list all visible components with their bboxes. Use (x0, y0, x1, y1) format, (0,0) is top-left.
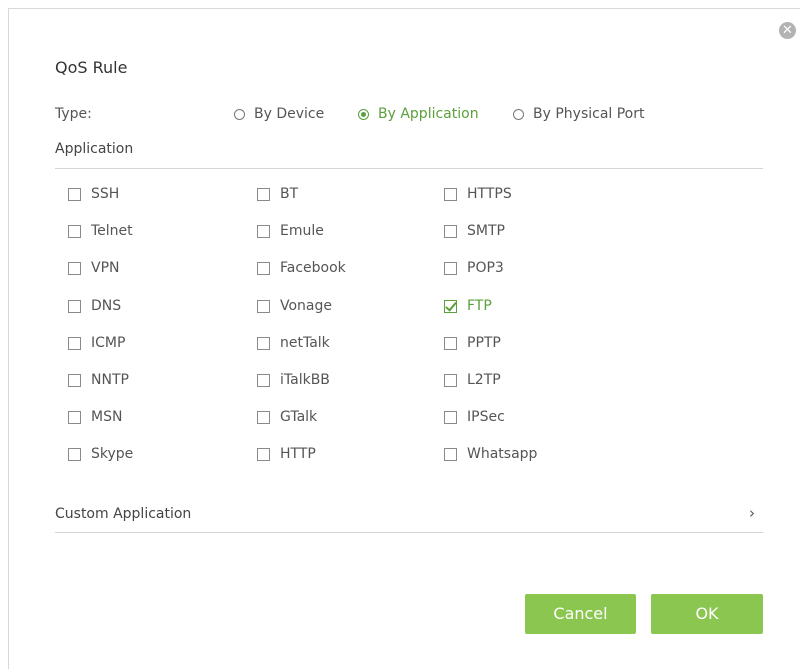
checkbox-label: DNS (91, 298, 122, 314)
checkbox-label: Vonage (280, 298, 333, 314)
checkbox-label: Skype (91, 446, 134, 462)
custom-application-row[interactable]: Custom Application › (55, 497, 763, 533)
app-checkbox-https[interactable]: HTTPS (444, 186, 512, 202)
checkbox-label: GTalk (280, 409, 318, 425)
app-checkbox-ssh[interactable]: SSH (68, 186, 119, 202)
checkbox-icon (257, 373, 270, 387)
radio-label: By Application (378, 106, 479, 122)
divider (55, 532, 763, 533)
app-checkbox-vonage[interactable]: Vonage (257, 298, 332, 314)
checkbox-icon (444, 410, 457, 424)
checkbox-icon (257, 410, 270, 424)
checkbox-label: L2TP (467, 372, 501, 388)
checkbox-icon (68, 373, 81, 387)
checkbox-icon (68, 261, 81, 275)
app-checkbox-whatsapp[interactable]: Whatsapp (444, 446, 537, 462)
app-checkbox-italkbb[interactable]: iTalkBB (257, 372, 330, 388)
checkbox-label: POP3 (467, 260, 504, 276)
radio-label: By Device (254, 106, 325, 122)
checkbox-label: Whatsapp (467, 446, 538, 462)
checkbox-label: Facebook (280, 260, 346, 276)
checkbox-icon (68, 336, 81, 350)
checkbox-label: MSN (91, 409, 123, 425)
custom-application-label: Custom Application (55, 506, 192, 522)
checkbox-icon (257, 187, 270, 201)
checkbox-label: Telnet (91, 223, 133, 239)
app-checkbox-ipsec[interactable]: IPSec (444, 409, 505, 425)
checkbox-icon (257, 447, 270, 461)
checkbox-icon (444, 336, 457, 350)
checkbox-label: SSH (91, 186, 120, 202)
app-checkbox-pop3[interactable]: POP3 (444, 260, 504, 276)
checkbox-icon (257, 224, 270, 238)
checkbox-icon (444, 447, 457, 461)
checkbox-label: FTP (467, 298, 492, 314)
checkbox-label: NNTP (91, 372, 129, 388)
app-checkbox-ftp[interactable]: FTP (444, 298, 492, 314)
app-checkbox-nntp[interactable]: NNTP (68, 372, 129, 388)
checkbox-icon (444, 187, 457, 201)
checkbox-label: ICMP (91, 335, 126, 351)
checkbox-icon (68, 187, 81, 201)
radio-icon (513, 108, 524, 120)
radio-by-device[interactable]: By Device (234, 106, 324, 122)
app-checkbox-pptp[interactable]: PPTP (444, 335, 501, 351)
radio-label: By Physical Port (533, 106, 645, 122)
checkbox-label: HTTP (280, 446, 316, 462)
checkbox-icon (68, 447, 81, 461)
app-checkbox-dns[interactable]: DNS (68, 298, 121, 314)
cancel-button[interactable]: Cancel (525, 594, 636, 634)
app-checkbox-l2tp[interactable]: L2TP (444, 372, 501, 388)
checkbox-icon (444, 373, 457, 387)
checkbox-label: VPN (91, 260, 120, 276)
application-section-label: Application (55, 141, 134, 157)
checkbox-label: BT (280, 186, 299, 202)
type-label: Type: (55, 106, 92, 122)
checkbox-label: SMTP (467, 223, 505, 239)
checkbox-icon (68, 410, 81, 424)
radio-by-application[interactable]: By Application (358, 106, 479, 122)
app-checkbox-emule[interactable]: Emule (257, 223, 324, 239)
app-checkbox-bt[interactable]: BT (257, 186, 298, 202)
checkbox-icon (68, 224, 81, 238)
app-checkbox-skype[interactable]: Skype (68, 446, 133, 462)
checkbox-label: Emule (280, 223, 324, 239)
radio-by-physical-port[interactable]: By Physical Port (513, 106, 645, 122)
checkbox-label: IPSec (467, 409, 505, 425)
radio-icon (234, 108, 245, 120)
chevron-right-icon: › (749, 504, 755, 522)
app-checkbox-facebook[interactable]: Facebook (257, 260, 346, 276)
app-checkbox-msn[interactable]: MSN (68, 409, 122, 425)
app-checkbox-nettalk[interactable]: netTalk (257, 335, 330, 351)
radio-checked-icon (358, 108, 369, 120)
app-checkbox-smtp[interactable]: SMTP (444, 223, 505, 239)
app-checkbox-icmp[interactable]: ICMP (68, 335, 125, 351)
checkbox-icon (257, 261, 270, 275)
app-checkbox-telnet[interactable]: Telnet (68, 223, 133, 239)
app-checkbox-vpn[interactable]: VPN (68, 260, 120, 276)
checkbox-icon (257, 299, 270, 313)
app-checkbox-gtalk[interactable]: GTalk (257, 409, 317, 425)
divider (55, 168, 763, 169)
checkbox-icon (68, 299, 81, 313)
close-icon[interactable]: ✕ (779, 22, 796, 39)
checkbox-icon (444, 224, 457, 238)
checkbox-label: PPTP (467, 335, 501, 351)
app-checkbox-http[interactable]: HTTP (257, 446, 316, 462)
checkbox-label: iTalkBB (280, 372, 330, 388)
checkbox-icon (257, 336, 270, 350)
checkbox-label: HTTPS (467, 186, 512, 202)
dialog-title: QoS Rule (55, 58, 128, 77)
checkbox-label: netTalk (280, 335, 330, 351)
checkbox-checked-icon (444, 299, 457, 313)
checkbox-icon (444, 261, 457, 275)
ok-button[interactable]: OK (651, 594, 763, 634)
